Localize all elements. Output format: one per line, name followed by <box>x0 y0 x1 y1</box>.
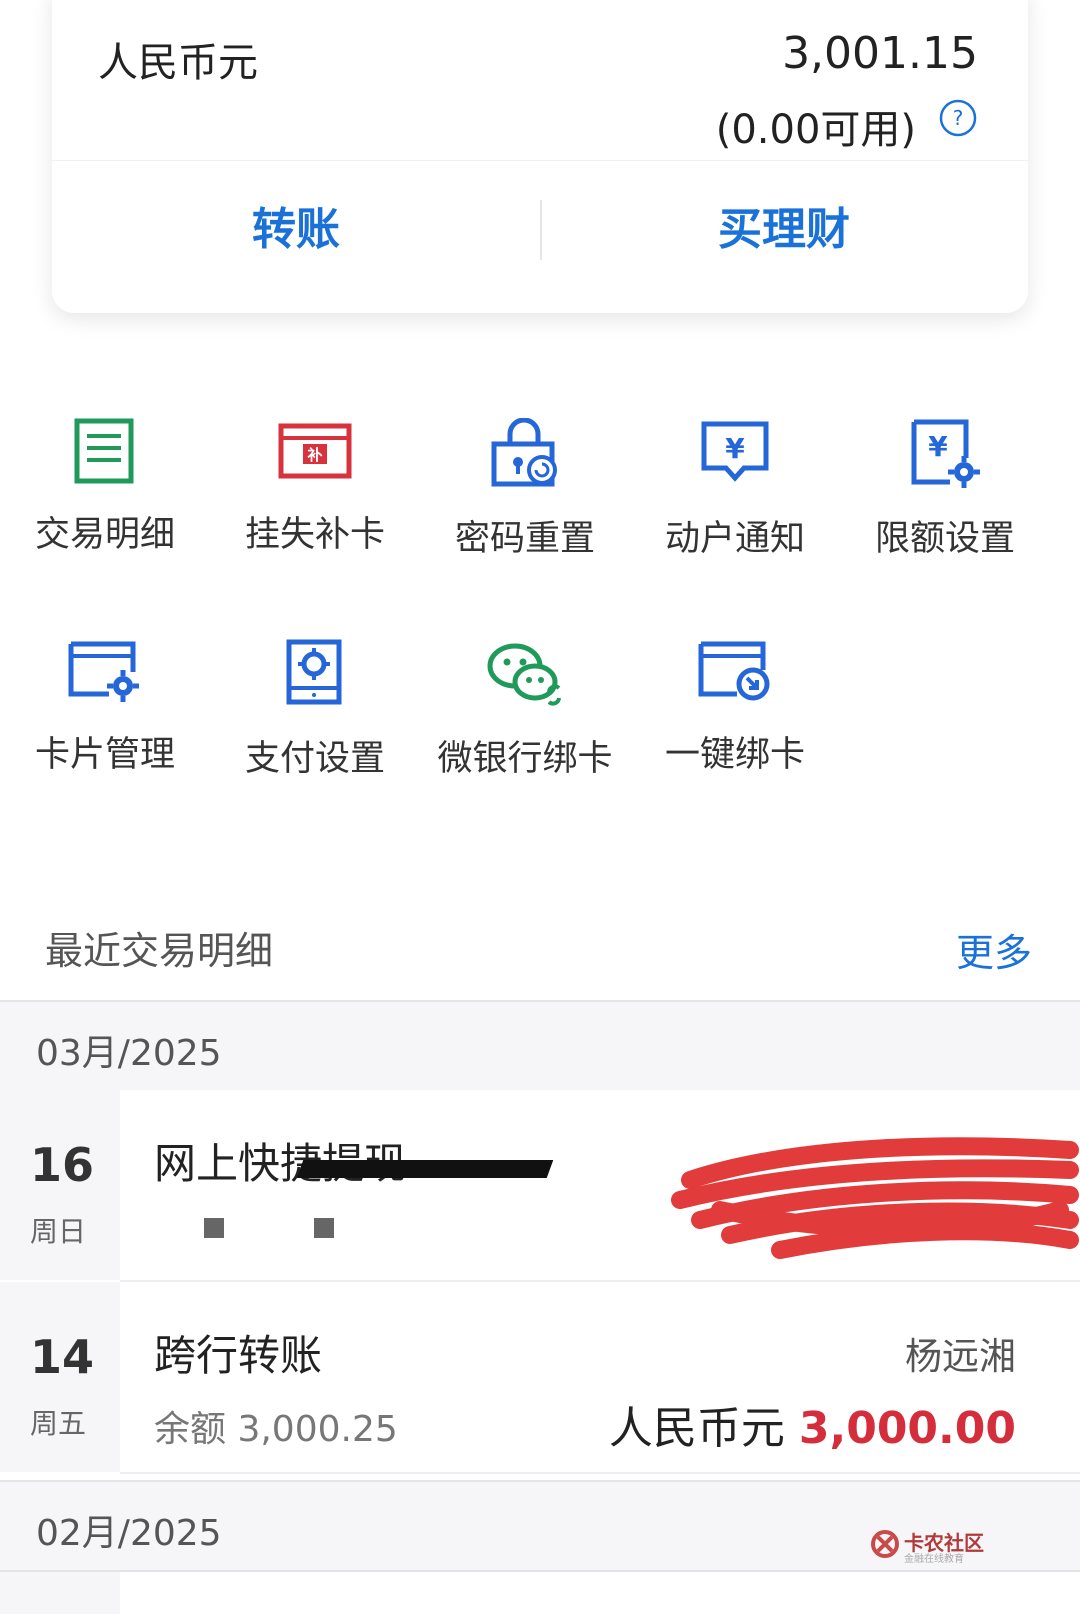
transaction-balance: 余额 3,000.25 <box>154 1409 398 1450</box>
document-list-icon <box>74 418 134 484</box>
transaction-details: 跨行转账 余额 3,000.25 杨远湘 人民币元 3,000.00 <box>120 1282 1080 1474</box>
watermark-tagline: 金融在线教育 <box>904 1554 964 1565</box>
service-label: 限额设置 <box>874 519 1015 559</box>
service-wechat-bind[interactable]: 微银行绑卡 <box>420 638 630 818</box>
watermark-logo-icon <box>871 1530 899 1558</box>
amount-value: 3,000.00 <box>798 1403 1016 1454</box>
wechat-link-icon <box>487 643 561 706</box>
transaction-details: 网上快捷提现 <box>120 1090 1080 1282</box>
account-card: 人民币元 3,001.15 (0.00可用) ? 转账 买理财 <box>52 0 1028 313</box>
help-icon[interactable]: ? <box>938 98 978 138</box>
service-transaction-details[interactable]: 交易明细 <box>0 418 210 598</box>
service-limit-settings[interactable]: ¥ 限额设置 <box>840 418 1050 598</box>
service-report-loss[interactable]: 补 挂失补卡 <box>210 418 420 598</box>
recent-transactions-title: 最近交易明细 <box>45 929 274 973</box>
service-one-click-bind[interactable]: 一键绑卡 <box>630 638 840 818</box>
redaction-mark <box>204 1218 224 1238</box>
redaction-scribble <box>671 1137 1079 1259</box>
transaction-weekday: 周五 <box>30 1407 87 1440</box>
redaction-mark <box>314 1218 334 1238</box>
transaction-date <box>0 1572 120 1614</box>
transaction-weekday: 周日 <box>30 1215 87 1248</box>
transaction-counterparty: 杨远湘 <box>905 1335 1016 1378</box>
service-label: 一键绑卡 <box>664 735 805 775</box>
service-password-reset[interactable]: 密码重置 <box>420 418 630 598</box>
month-header: 03月/2025 <box>0 1000 1080 1092</box>
service-payment-settings[interactable]: 支付设置 <box>210 638 420 818</box>
svg-text:?: ? <box>953 106 964 130</box>
transaction-amount: 人民币元 3,000.00 <box>609 1392 1016 1456</box>
service-card-management[interactable]: 卡片管理 <box>0 638 210 818</box>
amount-currency: 人民币元 <box>608 1403 785 1454</box>
service-label: 支付设置 <box>244 739 385 779</box>
yuan-message-icon: ¥ <box>701 421 769 482</box>
transaction-date: 14 周五 <box>0 1282 120 1472</box>
transaction-row[interactable]: 14 周五 跨行转账 余额 3,000.25 杨远湘 人民币元 3,000.00 <box>0 1282 1080 1474</box>
month-label: 02月/2025 <box>36 1513 222 1554</box>
transaction-day: 16 <box>30 1138 95 1192</box>
redaction-mark <box>296 1160 554 1178</box>
transaction-title: 跨行转账 <box>154 1331 323 1380</box>
service-label: 微银行绑卡 <box>437 739 613 779</box>
transaction-date: 16 周日 <box>0 1090 120 1280</box>
svg-text:¥: ¥ <box>725 432 745 465</box>
transaction-row[interactable]: 16 周日 网上快捷提现 <box>0 1090 1080 1282</box>
transfer-button[interactable]: 转账 <box>52 160 540 290</box>
service-label: 卡片管理 <box>34 735 175 775</box>
service-label: 交易明细 <box>34 515 175 555</box>
yuan-settings-icon: ¥ <box>911 419 980 488</box>
service-label: 挂失补卡 <box>244 515 385 555</box>
transaction-day: 14 <box>30 1330 95 1384</box>
svg-text:¥: ¥ <box>928 430 948 463</box>
available-balance: (0.00可用) <box>715 107 916 153</box>
card-bind-icon <box>698 641 770 701</box>
card-replace-icon: 补 <box>278 423 352 479</box>
month-label: 03月/2025 <box>36 1033 222 1074</box>
account-balance: 3,001.15 <box>782 28 978 79</box>
quick-actions: 转账 买理财 <box>52 160 1028 313</box>
buy-wealth-button[interactable]: 买理财 <box>540 160 1028 290</box>
svg-text:补: 补 <box>306 446 322 464</box>
service-label: 动户通知 <box>664 519 805 559</box>
currency-label: 人民币元 <box>98 40 258 86</box>
watermark: 卡农社区 金融在线教育 <box>870 1525 990 1565</box>
lock-reset-icon <box>491 418 557 487</box>
service-account-notification[interactable]: ¥ 动户通知 <box>630 418 840 598</box>
payment-settings-icon <box>286 639 342 705</box>
service-label: 密码重置 <box>454 519 595 559</box>
card-settings-icon <box>68 641 139 702</box>
more-link[interactable]: 更多 <box>956 922 1032 977</box>
balance-section: 人民币元 3,001.15 (0.00可用) ? <box>52 0 1028 161</box>
